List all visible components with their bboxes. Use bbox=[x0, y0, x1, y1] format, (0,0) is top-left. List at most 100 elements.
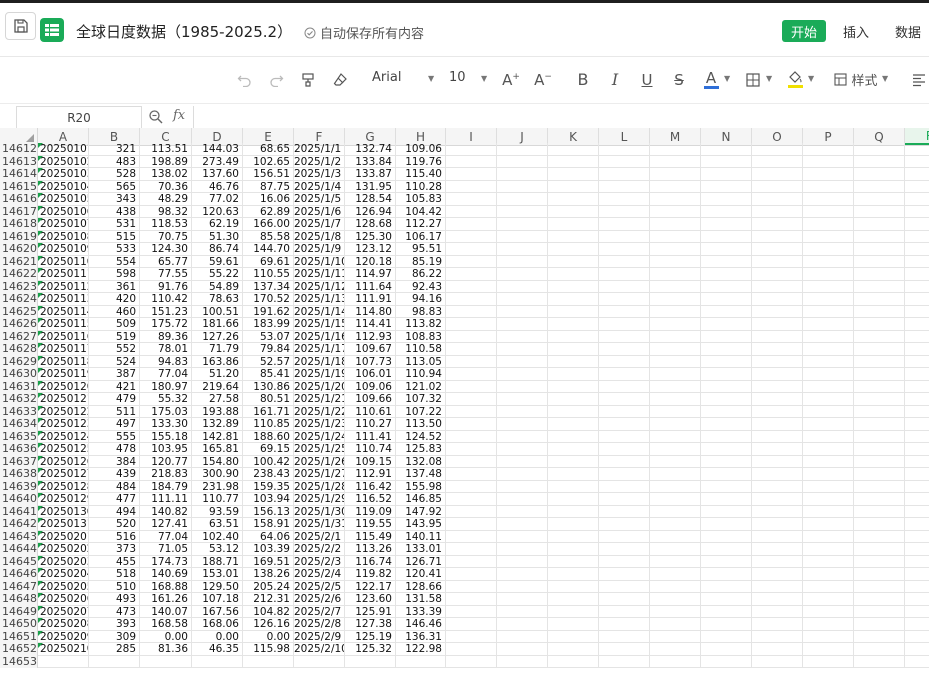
cell-P[interactable] bbox=[803, 318, 854, 331]
cell-M[interactable] bbox=[650, 580, 701, 593]
cell-I[interactable] bbox=[446, 455, 497, 468]
cell-D[interactable]: 167.56 bbox=[192, 605, 243, 618]
cell-H[interactable]: 119.76 bbox=[396, 155, 446, 168]
cell-O[interactable] bbox=[752, 218, 803, 231]
cell-D[interactable]: 132.89 bbox=[192, 418, 243, 431]
cell-O[interactable] bbox=[752, 405, 803, 418]
cell-L[interactable] bbox=[599, 205, 650, 218]
cell-O[interactable] bbox=[752, 468, 803, 481]
cell-M[interactable] bbox=[650, 555, 701, 568]
cell-P[interactable] bbox=[803, 655, 854, 668]
cell-B[interactable]: 516 bbox=[89, 530, 140, 543]
cell-I[interactable] bbox=[446, 605, 497, 618]
cell-D[interactable]: 120.63 bbox=[192, 205, 243, 218]
cell-R[interactable] bbox=[905, 556, 929, 568]
cell-D[interactable]: 165.81 bbox=[192, 443, 243, 456]
cell-B[interactable]: 493 bbox=[89, 593, 140, 606]
cell-Q[interactable] bbox=[854, 568, 905, 581]
cell-K[interactable] bbox=[548, 468, 599, 481]
cell-P[interactable] bbox=[803, 155, 854, 168]
cell-D[interactable]: 54.89 bbox=[192, 280, 243, 293]
cell-M[interactable] bbox=[650, 193, 701, 206]
row-number[interactable]: 14623 bbox=[0, 280, 38, 293]
cell-Q[interactable] bbox=[854, 555, 905, 568]
cell-H[interactable]: 124.52 bbox=[396, 430, 446, 443]
cell-P[interactable] bbox=[803, 630, 854, 643]
cell-A[interactable]: 20250204 bbox=[38, 568, 89, 581]
cell-E[interactable]: 115.98 bbox=[243, 643, 294, 656]
cell-F[interactable]: 2025/2/5 bbox=[294, 580, 345, 593]
cell-A[interactable]: 20250124 bbox=[38, 430, 89, 443]
cell-L[interactable] bbox=[599, 605, 650, 618]
cell-J[interactable] bbox=[497, 368, 548, 381]
cell-E[interactable]: 161.71 bbox=[243, 405, 294, 418]
cell-I[interactable] bbox=[446, 568, 497, 581]
cell-P[interactable] bbox=[803, 380, 854, 393]
cell-N[interactable] bbox=[701, 518, 752, 531]
cell-L[interactable] bbox=[599, 330, 650, 343]
cell-I[interactable] bbox=[446, 343, 497, 356]
cell-L[interactable] bbox=[599, 430, 650, 443]
cell-L[interactable] bbox=[599, 543, 650, 556]
cell-P[interactable] bbox=[803, 580, 854, 593]
cell-N[interactable] bbox=[701, 405, 752, 418]
cell-Q[interactable] bbox=[854, 430, 905, 443]
cell-F[interactable]: 2025/1/16 bbox=[294, 330, 345, 343]
cell-N[interactable] bbox=[701, 480, 752, 493]
cell-B[interactable]: 420 bbox=[89, 293, 140, 306]
cell-J[interactable] bbox=[497, 455, 548, 468]
cell-P[interactable] bbox=[803, 218, 854, 231]
cell-Q[interactable] bbox=[854, 230, 905, 243]
cell-E[interactable]: 183.99 bbox=[243, 318, 294, 331]
cell-G[interactable]: 109.66 bbox=[345, 393, 396, 406]
cell-J[interactable] bbox=[497, 430, 548, 443]
cell-G[interactable]: 113.26 bbox=[345, 543, 396, 556]
cell-P[interactable] bbox=[803, 493, 854, 506]
cell-E[interactable]: 188.60 bbox=[243, 430, 294, 443]
cell-D[interactable]: 231.98 bbox=[192, 480, 243, 493]
cell-L[interactable] bbox=[599, 255, 650, 268]
cell-B[interactable]: 528 bbox=[89, 168, 140, 181]
cell-J[interactable] bbox=[497, 618, 548, 631]
cell-N[interactable] bbox=[701, 218, 752, 231]
cell-G[interactable]: 110.27 bbox=[345, 418, 396, 431]
cell-D[interactable]: 51.20 bbox=[192, 368, 243, 381]
cell-B[interactable]: 519 bbox=[89, 330, 140, 343]
cell-I[interactable] bbox=[446, 505, 497, 518]
cell-E[interactable]: 52.57 bbox=[243, 355, 294, 368]
cell-C[interactable]: 118.53 bbox=[140, 218, 192, 231]
cell-F[interactable]: 2025/2/10 bbox=[294, 643, 345, 656]
cell-C[interactable]: 77.55 bbox=[140, 268, 192, 281]
cell-L[interactable] bbox=[599, 655, 650, 668]
cell-N[interactable] bbox=[701, 193, 752, 206]
cell-L[interactable] bbox=[599, 180, 650, 193]
cell-G[interactable]: 111.91 bbox=[345, 293, 396, 306]
cell-P[interactable] bbox=[803, 418, 854, 431]
cell-J[interactable] bbox=[497, 230, 548, 243]
cell-H[interactable]: 128.66 bbox=[396, 580, 446, 593]
row-number[interactable]: 14637 bbox=[0, 455, 38, 468]
cell-N[interactable] bbox=[701, 230, 752, 243]
row-number[interactable]: 14651 bbox=[0, 630, 38, 643]
cell-E[interactable]: 103.39 bbox=[243, 543, 294, 556]
cell-H[interactable]: 113.82 bbox=[396, 318, 446, 331]
cell-A[interactable]: 20250123 bbox=[38, 418, 89, 431]
cell-D[interactable]: 193.88 bbox=[192, 405, 243, 418]
cell-B[interactable]: 533 bbox=[89, 243, 140, 256]
cell-P[interactable] bbox=[803, 593, 854, 606]
cell-B[interactable]: 484 bbox=[89, 480, 140, 493]
cell-K[interactable] bbox=[548, 230, 599, 243]
cell-A[interactable]: 20250101 bbox=[38, 143, 89, 156]
row-number[interactable]: 14650 bbox=[0, 618, 38, 631]
cell-P[interactable] bbox=[803, 530, 854, 543]
cell-P[interactable] bbox=[803, 393, 854, 406]
cell-P[interactable] bbox=[803, 405, 854, 418]
cell-J[interactable] bbox=[497, 493, 548, 506]
cell-E[interactable]: 238.43 bbox=[243, 468, 294, 481]
cell-P[interactable] bbox=[803, 280, 854, 293]
cell-C[interactable]: 140.69 bbox=[140, 568, 192, 581]
cell-Q[interactable] bbox=[854, 268, 905, 281]
cell-O[interactable] bbox=[752, 293, 803, 306]
cell-J[interactable] bbox=[497, 180, 548, 193]
cell-D[interactable]: 142.81 bbox=[192, 430, 243, 443]
